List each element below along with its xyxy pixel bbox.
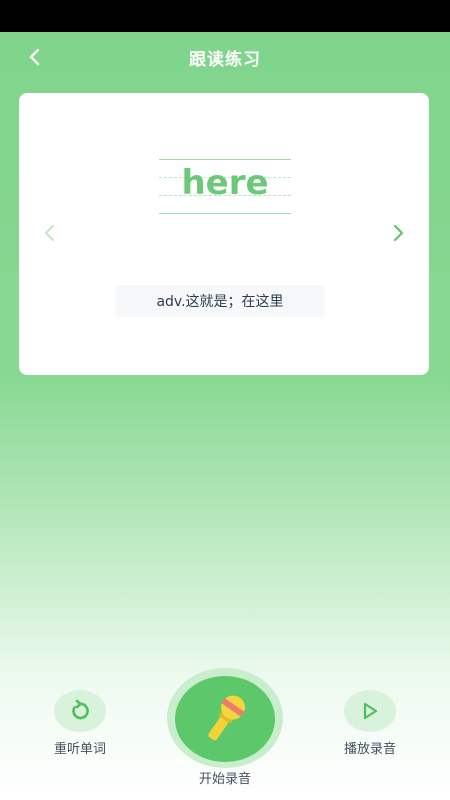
guide-line <box>159 159 291 160</box>
replay-word-label: 重听单词 <box>53 742 106 757</box>
word-meaning: adv.这就是；在这里 <box>115 285 325 317</box>
chevron-left-icon <box>45 225 54 241</box>
guide-line <box>159 213 291 214</box>
play-recording-button[interactable] <box>344 690 396 732</box>
replay-word-button[interactable] <box>54 690 106 732</box>
word-text: here <box>181 163 269 203</box>
previous-word-button[interactable] <box>37 221 61 245</box>
play-recording-control: 播放录音 <box>336 690 404 757</box>
next-word-button[interactable] <box>387 221 411 245</box>
record-button[interactable] <box>175 676 275 762</box>
record-label: 开始录音 <box>198 772 251 787</box>
word-writing-box: here <box>159 157 291 215</box>
chevron-right-icon <box>393 224 404 242</box>
word-card: here adv.这就是；在这里 <box>19 93 429 375</box>
play-recording-label: 播放录音 <box>343 742 396 757</box>
status-bar <box>0 0 450 32</box>
chevron-left-icon <box>29 48 40 66</box>
play-icon <box>363 702 378 720</box>
page-title: 跟读练习 <box>189 49 261 70</box>
header: 跟读练习 <box>0 32 450 82</box>
replay-icon <box>72 699 89 720</box>
record-control: 开始录音 <box>167 668 283 787</box>
back-button[interactable] <box>18 42 50 72</box>
replay-word-control: 重听单词 <box>48 690 112 757</box>
microphone-icon <box>208 695 246 741</box>
